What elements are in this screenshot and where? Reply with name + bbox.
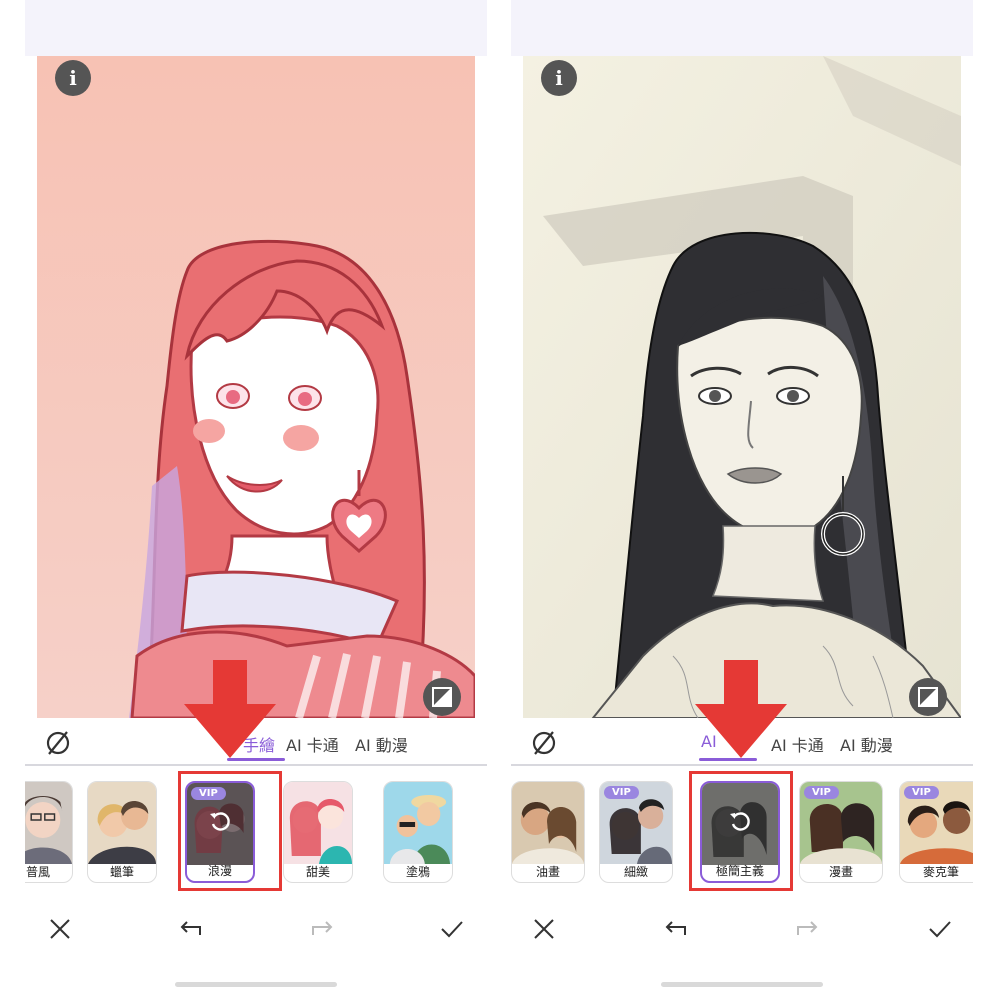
confirm-button[interactable] <box>435 912 469 946</box>
redo-icon <box>312 921 333 935</box>
style-card[interactable]: 甜美 <box>283 781 353 883</box>
style-label: 油畫 <box>535 865 560 879</box>
tab-ai-anime[interactable]: AI 動漫 <box>355 732 408 756</box>
style-card[interactable]: VIP 麥克筆 <box>899 781 973 883</box>
info-button[interactable]: i <box>541 60 577 96</box>
highlight-frame <box>178 771 282 891</box>
style-thumbnail <box>512 782 584 864</box>
confirm-button[interactable] <box>923 912 957 946</box>
info-icon: i <box>69 66 77 90</box>
style-card[interactable]: 普風 <box>25 781 73 883</box>
arrow-down-icon <box>695 660 787 758</box>
compare-button[interactable] <box>423 678 461 716</box>
top-bar <box>511 0 973 56</box>
sketch-portrait <box>523 56 961 718</box>
arrow-down-icon <box>184 660 276 758</box>
close-icon <box>534 919 554 939</box>
style-thumbnail <box>25 782 72 864</box>
style-label: 塗鴉 <box>405 865 430 879</box>
redo-button[interactable] <box>305 912 339 946</box>
style-card[interactable]: VIP 漫畫 <box>799 781 883 883</box>
compare-icon <box>918 687 938 707</box>
cancel-button[interactable] <box>527 912 561 946</box>
home-indicator <box>661 982 823 987</box>
vip-badge: VIP <box>904 786 939 799</box>
undo-icon <box>180 921 201 935</box>
style-thumbnail <box>284 782 352 864</box>
style-thumbnail <box>88 782 156 864</box>
photo-preview: i <box>523 56 961 718</box>
style-thumbnail <box>384 782 452 864</box>
check-icon <box>929 921 951 938</box>
style-card[interactable]: 油畫 <box>511 781 585 883</box>
vip-badge: VIP <box>804 786 839 799</box>
redo-button[interactable] <box>790 912 824 946</box>
undo-button[interactable] <box>659 912 693 946</box>
photo-preview: i <box>37 56 475 718</box>
compare-icon <box>432 687 452 707</box>
style-label: 細緻 <box>623 865 648 879</box>
tab-ai-cartoon[interactable]: AI 卡通 <box>286 732 339 756</box>
style-card[interactable]: 塗鴉 <box>383 781 453 883</box>
compare-button[interactable] <box>909 678 947 716</box>
style-label: 普風 <box>25 865 50 879</box>
style-label: 蠟筆 <box>109 865 134 879</box>
style-card[interactable]: VIP 細緻 <box>599 781 673 883</box>
left-editor-panel: i 手繪 AI 卡通 AI 動漫 普風 蠟筆 VIP 浪漫 甜美 塗鴉 <box>25 0 487 1000</box>
tab-ai-anime[interactable]: AI 動漫 <box>840 732 893 756</box>
divider <box>25 764 487 766</box>
close-icon <box>50 919 70 939</box>
undo-icon <box>665 921 686 935</box>
cancel-button[interactable] <box>43 912 77 946</box>
info-button[interactable]: i <box>55 60 91 96</box>
style-label: 麥克筆 <box>922 865 959 879</box>
line-art-portrait <box>37 56 475 718</box>
divider <box>511 764 973 766</box>
style-card[interactable]: 蠟筆 <box>87 781 157 883</box>
style-label: 甜美 <box>305 865 330 879</box>
undo-button[interactable] <box>174 912 208 946</box>
info-icon: i <box>555 66 563 90</box>
highlight-frame <box>689 771 793 891</box>
redo-icon <box>797 921 818 935</box>
vip-badge: VIP <box>604 786 639 799</box>
right-editor-panel: i AI AI 卡通 AI 動漫 油畫 VIP 細緻 極簡主義 VIP 漫畫 V… <box>511 0 973 1000</box>
home-indicator <box>175 982 337 987</box>
style-label: 漫畫 <box>828 865 853 879</box>
check-icon <box>441 921 463 938</box>
top-bar <box>25 0 487 56</box>
